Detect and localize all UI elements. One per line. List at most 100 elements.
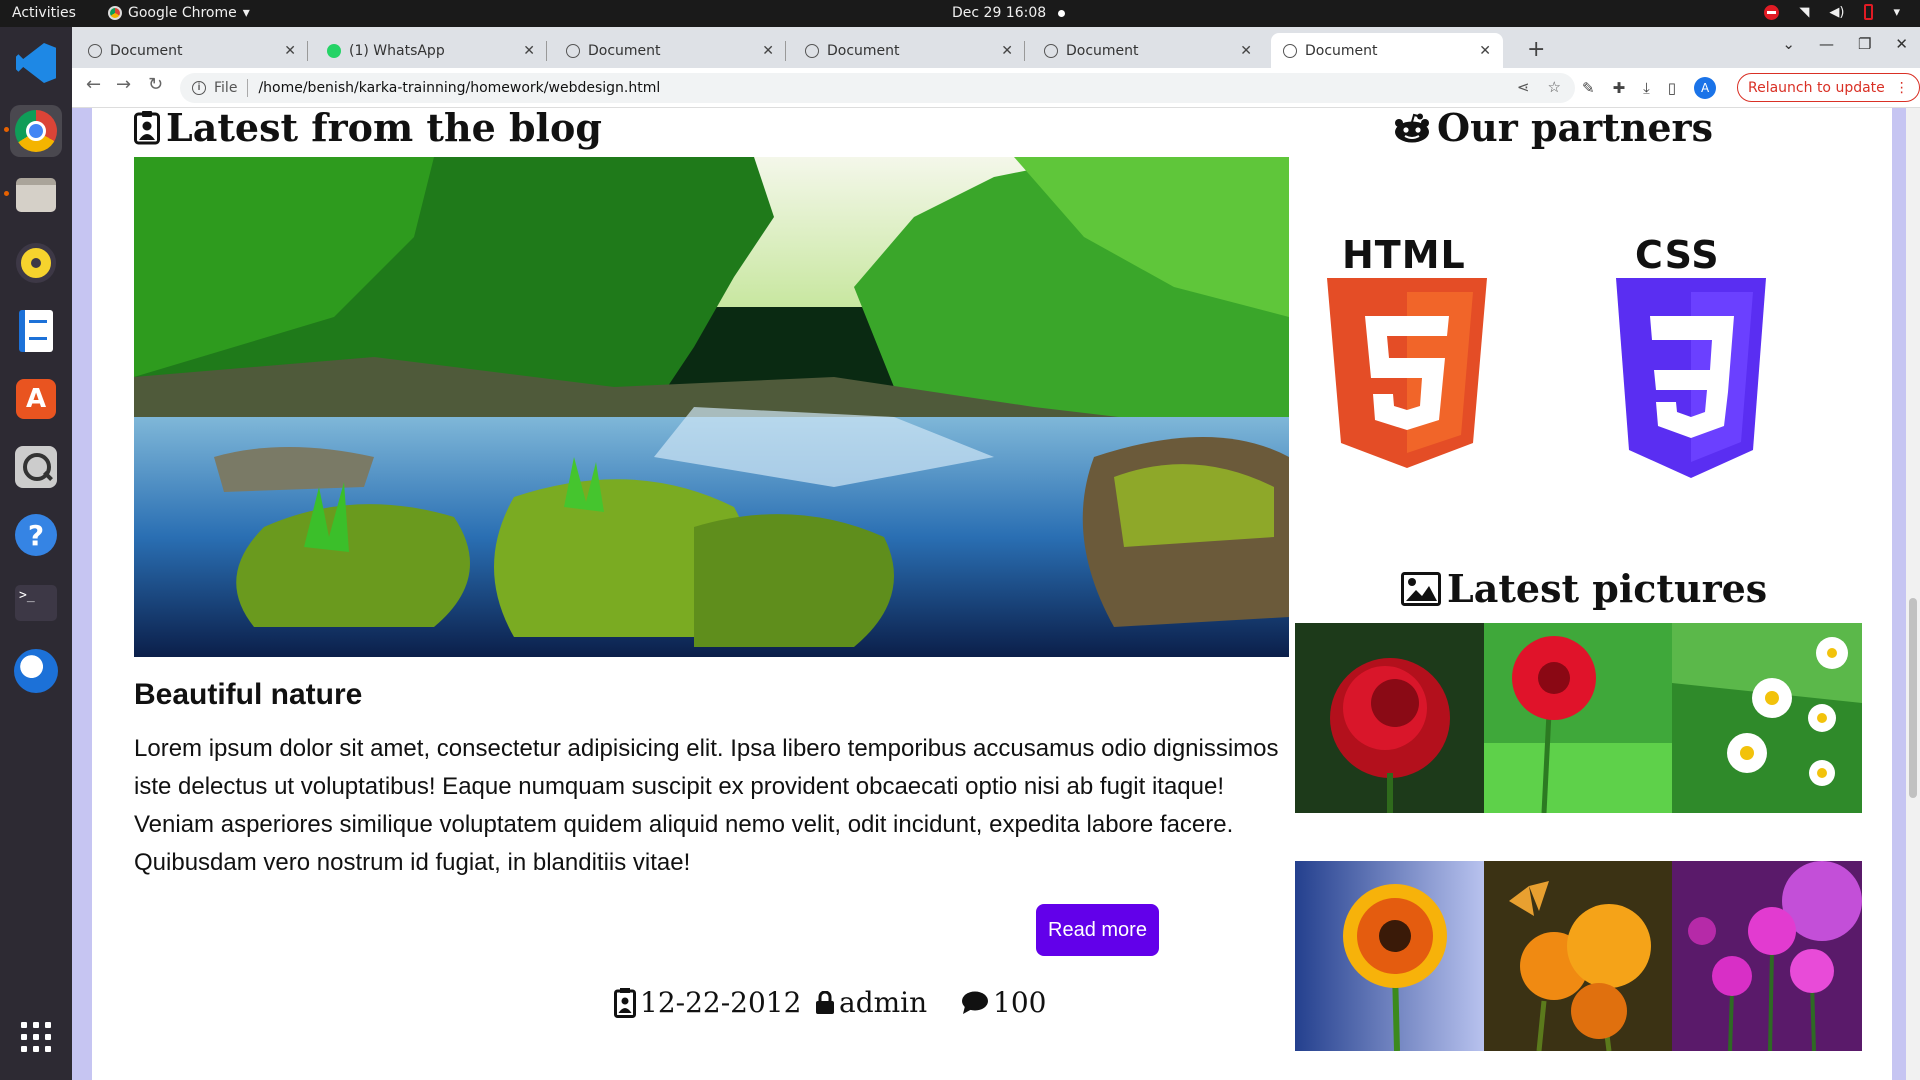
app-menu[interactable]: Google Chrome ▾ [108,5,250,21]
wifi-icon: ◥ [1799,4,1810,20]
css3-shield-logo[interactable] [1616,278,1766,478]
relaunch-button[interactable]: Relaunch to update ⋮ [1737,73,1920,102]
tab-document-2[interactable]: Document ✕ [554,33,786,68]
picture-red-rose[interactable] [1295,623,1485,813]
toolbar-icons: ✎ ✚ ⤓ ▯ A [1582,77,1717,99]
pictures-heading: Latest pictures [1401,566,1767,611]
bookmark-star-icon[interactable]: ☆ [1548,78,1561,96]
tab-document-3[interactable]: Document ✕ [793,33,1025,68]
tab-document-4[interactable]: Document ✕ [1032,33,1264,68]
power-menu-icon: ▾ [1893,4,1900,20]
reload-icon[interactable]: ↻ [148,74,163,95]
window-controls: ⌄ — ❐ ✕ [1782,35,1908,53]
info-icon[interactable]: i [192,81,206,95]
close-icon[interactable]: ✕ [762,43,774,59]
tab-label: Document [110,42,183,59]
picture-orange-gerbera[interactable] [1295,861,1485,1051]
battery-icon [1864,4,1874,20]
volume-icon: ◀) [1829,4,1845,20]
chrome-icon [15,110,57,152]
reddit-alien-icon [1395,113,1429,142]
html5-shield-logo[interactable] [1327,278,1487,468]
address-bar[interactable]: i File /home/benish/karka-trainning/home… [180,73,1575,103]
whatsapp-icon [327,43,341,58]
contact-card-icon [134,110,160,144]
dock-chrome[interactable] [4,105,62,157]
clock[interactable]: Dec 29 16:08 [952,5,1066,21]
terminal-icon: >_ [15,585,57,621]
tab-document-active[interactable]: Document ✕ [1271,33,1503,68]
system-tray[interactable]: ◥ ◀) ▾ [1764,4,1900,20]
css3-logo-label: CSS [1635,233,1720,277]
meta-date-text: 12-22-2012 [640,986,802,1019]
dock-files[interactable] [4,169,62,221]
activities-button[interactable]: Activities [12,5,76,21]
close-icon[interactable]: ✕ [523,43,535,59]
side-panel-icon[interactable]: ▯ [1668,79,1676,97]
dock-terminal[interactable]: >_ [10,577,62,629]
tab-label: Document [588,42,661,59]
html5-logo-label: HTML [1342,233,1466,277]
close-icon[interactable]: ✕ [284,43,296,59]
download-icon[interactable]: ⤓ [1643,79,1650,97]
close-icon[interactable]: ✕ [1001,43,1013,59]
blog-heading-text: Latest from the blog [166,108,602,150]
back-icon[interactable]: ← [86,74,101,95]
show-apps-button[interactable] [10,1011,62,1063]
share-icon[interactable]: ⋖ [1517,78,1530,96]
relaunch-label: Relaunch to update [1748,79,1885,96]
address-scheme: File [214,80,238,96]
close-icon[interactable]: ✕ [1240,43,1252,59]
vscode-icon [16,43,56,83]
writer-icon [19,310,53,352]
close-icon[interactable]: ✕ [1479,43,1491,59]
kebab-menu-icon[interactable]: ⋮ [1895,80,1909,96]
picture-orange-flowers-butterfly[interactable] [1484,861,1674,1051]
globe-icon [1283,43,1297,58]
partners-heading-text: Our partners [1437,108,1713,150]
dock-thunderbird[interactable] [10,645,62,697]
eyedropper-extension-icon[interactable]: ✎ [1582,79,1595,97]
scrollbar-thumb[interactable] [1909,598,1917,798]
tab-label: Document [827,42,900,59]
partners-heading: Our partners [1393,108,1713,150]
dock-software[interactable]: A [10,373,62,425]
article-body: Lorem ipsum dolor sit amet, consectetur … [134,735,1279,876]
picture-red-daisy[interactable] [1484,623,1674,813]
picture-white-daisies[interactable] [1672,623,1862,813]
browser-window: Document ✕ (1) WhatsApp ✕ Document ✕ Docume… [72,27,1920,1080]
globe-icon [88,43,102,58]
app-menu-label: Google Chrome [128,5,237,21]
globe-icon [1044,43,1058,58]
tab-document-1[interactable]: Document ✕ [76,33,308,68]
dock-help[interactable]: ? [10,509,62,561]
close-window-icon[interactable]: ✕ [1895,35,1908,53]
forward-icon[interactable]: → [116,74,131,95]
meta-date: 12-22-2012 [614,986,801,1019]
page-viewport: Latest from the blog Beautiful nature Lo… [72,108,1920,1080]
extensions-puzzle-icon[interactable]: ✚ [1613,79,1626,97]
dock-rhythmbox[interactable] [10,237,62,289]
profile-avatar[interactable]: A [1694,77,1717,99]
dock-search[interactable] [10,441,62,493]
files-icon [16,178,56,212]
address-url[interactable]: /home/benish/karka-trainning/homework/we… [258,80,660,96]
rhythmbox-icon [16,243,56,283]
tab-whatsapp[interactable]: (1) WhatsApp ✕ [315,33,547,68]
software-store-icon: A [16,379,56,419]
maximize-icon[interactable]: ❐ [1858,35,1871,53]
tab-strip: Document ✕ (1) WhatsApp ✕ Document ✕ Docume… [72,27,1920,68]
tab-search-icon[interactable]: ⌄ [1782,35,1795,53]
clock-label: Dec 29 16:08 [952,5,1047,21]
read-more-button[interactable]: Read more [1036,904,1159,956]
tab-label: Document [1305,42,1378,59]
lock-icon [816,990,834,1014]
picture-purple-globe-flowers[interactable] [1672,861,1862,1051]
article-title: Beautiful nature [134,678,363,711]
dock-writer[interactable] [10,305,62,357]
minimize-icon[interactable]: — [1819,35,1834,53]
page-scrollbar[interactable] [1906,108,1920,1080]
new-tab-button[interactable]: + [1527,37,1545,62]
dock-vscode[interactable] [10,37,62,89]
running-indicator-icon [4,191,9,196]
